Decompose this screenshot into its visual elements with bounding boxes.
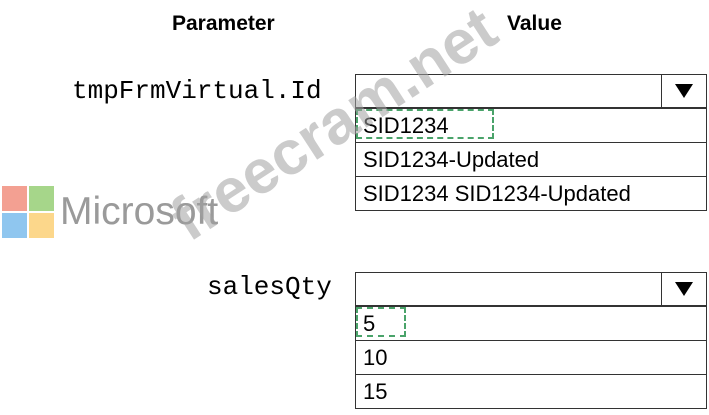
microsoft-logo: Microsoft [2, 186, 218, 238]
selection-highlight [356, 109, 494, 139]
triangle-down-icon [675, 282, 693, 296]
triangle-down-icon [675, 84, 693, 98]
dropdown-option[interactable]: SID1234-Updated [356, 142, 706, 176]
selection-highlight [356, 307, 406, 337]
dropdown-option[interactable]: SID1234 [356, 108, 706, 142]
dropdown-tmpfrmvirtual-id[interactable]: SID1234 SID1234-Updated SID1234 SID1234-… [355, 74, 707, 211]
dropdown-arrow-button[interactable] [661, 273, 706, 305]
dropdown-option[interactable]: 10 [356, 340, 706, 374]
windows-logo-icon [2, 186, 54, 238]
option-label: SID1234 SID1234-Updated [363, 181, 631, 206]
dropdown-options: SID1234 SID1234-Updated SID1234 SID1234-… [355, 108, 707, 211]
option-label: SID1234-Updated [363, 147, 540, 172]
dropdown-select-box[interactable] [355, 74, 707, 108]
dropdown-arrow-button[interactable] [661, 75, 706, 107]
value-header: Value [507, 12, 562, 35]
dropdown-options: 5 10 15 [355, 306, 707, 409]
param-label-salesqty: salesQty [207, 272, 332, 302]
dropdown-salesqty[interactable]: 5 10 15 [355, 272, 707, 409]
dropdown-option[interactable]: 15 [356, 374, 706, 408]
option-label: 15 [363, 379, 388, 404]
dropdown-option[interactable]: SID1234 SID1234-Updated [356, 176, 706, 210]
dropdown-select-box[interactable] [355, 272, 707, 306]
option-label: 10 [363, 345, 388, 370]
logo-text: Microsoft [60, 190, 219, 233]
parameter-header: Parameter [172, 12, 275, 35]
dropdown-option[interactable]: 5 [356, 306, 706, 340]
param-label-tmpfrmvirtual-id: tmpFrmVirtual.Id [72, 76, 322, 106]
